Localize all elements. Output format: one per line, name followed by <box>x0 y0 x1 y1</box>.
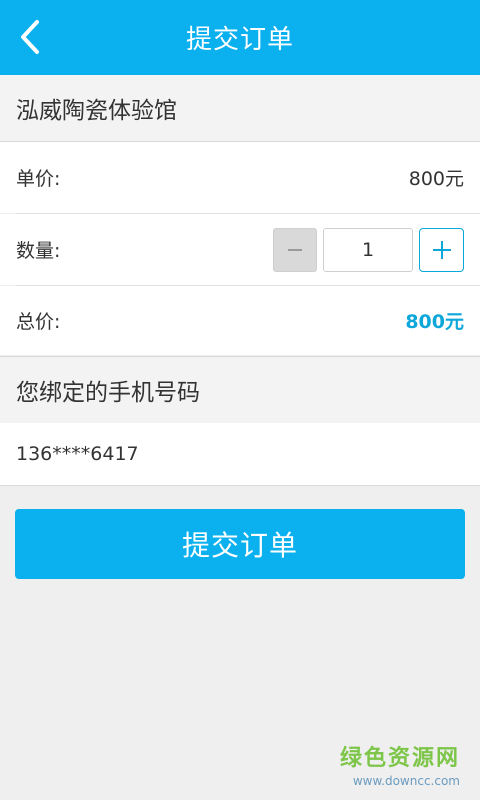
quantity-input[interactable]: 1 <box>323 227 413 272</box>
watermark: 绿色资源网 www.downcc.com <box>340 740 460 788</box>
store-name: 泓威陶瓷体验馆 <box>16 98 177 124</box>
quantity-stepper: 1 <box>273 227 464 272</box>
quantity-row: 数量: 1 <box>0 214 480 285</box>
decrease-quantity-button[interactable] <box>273 227 317 272</box>
total-label: 总价: <box>16 311 61 333</box>
watermark-url: www.downcc.com <box>352 774 460 788</box>
back-button[interactable] <box>10 14 50 60</box>
plus-icon <box>432 240 451 259</box>
phone-number: 136****6417 <box>16 443 139 465</box>
unit-price-row: 单价: 800元 <box>0 142 480 213</box>
top-bar: 提交订单 <box>0 0 480 75</box>
unit-price-label: 单价: <box>16 168 61 190</box>
phone-row: 136****6417 <box>0 423 480 486</box>
total-row: 总价: 800元 <box>0 286 480 355</box>
store-section-header: 泓威陶瓷体验馆 <box>0 75 480 142</box>
total-value: 800元 <box>405 311 464 333</box>
quantity-value: 1 <box>361 238 375 261</box>
phone-section-header: 您绑定的手机号码 <box>0 356 480 424</box>
watermark-text: 绿色资源网 <box>339 746 460 771</box>
submit-order-button[interactable]: 提交订单 <box>15 509 465 579</box>
page-title: 提交订单 <box>185 25 294 55</box>
unit-price-value: 800元 <box>408 168 464 190</box>
quantity-label: 数量: <box>16 240 61 262</box>
minus-icon <box>288 248 302 251</box>
increase-quantity-button[interactable] <box>419 227 464 272</box>
phone-section-title: 您绑定的手机号码 <box>16 380 200 406</box>
chevron-left-icon <box>21 20 39 54</box>
